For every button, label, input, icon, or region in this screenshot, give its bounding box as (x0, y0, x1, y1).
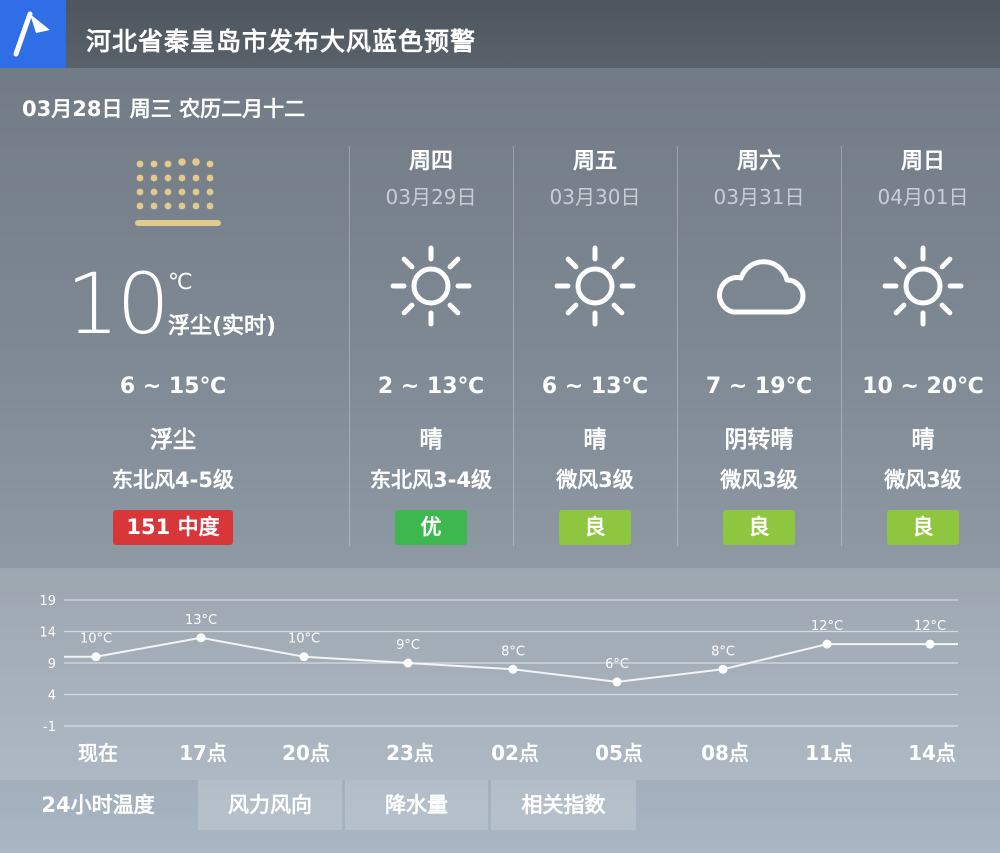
data-label: 10°C (288, 632, 320, 647)
alert-title[interactable]: 河北省秦皇岛市发布大风蓝色预警 (86, 22, 476, 58)
forecast-weather: 晴 (583, 427, 607, 453)
hourly-temperature-chart: 19 14 9 4 -1 10°C 现在 13°C 17点 10°C 20点 9°C 23点 8°C 02点… (39, 594, 958, 765)
forecast-aqi-badge[interactable]: 良 (723, 510, 795, 545)
today-date-line: 03月28日 周三 农历二月十二 (22, 97, 306, 121)
forecast-weather: 晴 (419, 427, 443, 453)
data-point (718, 664, 728, 674)
data-label: 13°C (185, 613, 217, 628)
data-point (299, 652, 309, 662)
data-point (196, 633, 206, 643)
sunny-icon (551, 242, 639, 334)
dust-icon (132, 156, 228, 236)
temperature-unit: ℃ (168, 270, 193, 295)
current-condition: 浮尘(实时) (168, 314, 277, 339)
forecast-day: 周六 (736, 149, 781, 174)
data-point (403, 658, 413, 668)
current-temperature: 10 (66, 255, 170, 353)
data-label: 9°C (396, 638, 420, 653)
cloudy-icon (711, 252, 807, 326)
flag-logo-icon (0, 0, 66, 68)
data-label: 8°C (711, 644, 735, 659)
forecast-wind: 微风3级 (556, 468, 634, 492)
forecast-date: 03月31日 (713, 185, 805, 209)
x-tick-label: 20点 (282, 741, 330, 765)
data-label: 8°C (501, 644, 525, 659)
y-tick-label: 9 (48, 657, 56, 672)
today-wind: 东北风4-5级 (112, 468, 234, 492)
data-point (822, 639, 832, 649)
forecast-date: 03月30日 (549, 185, 641, 209)
x-tick-label: 02点 (491, 741, 539, 765)
y-tick-label: 4 (48, 689, 56, 704)
data-label: 12°C (914, 619, 946, 634)
tab-indices[interactable]: 相关指数 (491, 780, 636, 830)
forecast-aqi-badge[interactable]: 良 (887, 510, 959, 545)
sunny-icon (879, 242, 967, 334)
forecast-aqi-badge[interactable]: 优 (395, 510, 467, 545)
forecast-aqi-badge[interactable]: 良 (559, 510, 631, 545)
x-tick-label: 05点 (595, 741, 643, 765)
x-tick-label: 08点 (701, 741, 749, 765)
data-point (612, 677, 622, 687)
today-aqi-badge[interactable]: 151 中度 (113, 510, 233, 545)
chart-tabs: 24小时温度 风力风向 降水量 相关指数 (0, 780, 1000, 830)
sunny-icon (387, 242, 475, 334)
forecast-day: 周四 (408, 149, 453, 174)
forecast-weather: 阴转晴 (724, 427, 794, 453)
x-tick-label: 17点 (179, 741, 227, 765)
data-label: 10°C (80, 632, 112, 647)
forecast-temp-range: 6 ~ 13℃ (541, 374, 649, 399)
x-tick-label: 23点 (386, 741, 434, 765)
forecast-date: 04月01日 (877, 185, 969, 209)
forecast-wind: 微风3级 (720, 468, 798, 492)
tab-temperature[interactable]: 24小时温度 (0, 780, 196, 830)
data-point (508, 664, 518, 674)
x-tick-label: 11点 (805, 741, 853, 765)
today-weather: 浮尘 (150, 427, 196, 453)
forecast-temp-range: 2 ~ 13℃ (377, 374, 485, 399)
x-tick-label: 14点 (908, 741, 956, 765)
forecast-wind: 微风3级 (884, 468, 962, 492)
x-tick-label: 现在 (78, 741, 118, 765)
hourly-chart-panel: 19 14 9 4 -1 10°C 现在 13°C 17点 10°C 20点 9°C 23点 8°C 02点… (0, 568, 1000, 780)
y-tick-label: 19 (39, 594, 56, 609)
forecast-date: 03月29日 (385, 185, 477, 209)
y-tick-label: -1 (43, 720, 56, 735)
tab-precipitation[interactable]: 降水量 (345, 780, 488, 830)
data-label: 12°C (811, 619, 843, 634)
forecast-day: 周日 (900, 149, 945, 174)
tab-wind[interactable]: 风力风向 (198, 780, 342, 830)
forecast-wind: 东北风3-4级 (370, 468, 492, 492)
forecast-day: 周五 (572, 149, 617, 174)
data-label: 6°C (605, 657, 629, 672)
y-tick-label: 14 (39, 626, 56, 641)
forecast-weather: 晴 (911, 427, 935, 453)
alert-bar[interactable]: 河北省秦皇岛市发布大风蓝色预警 (0, 0, 1000, 68)
data-point (925, 639, 935, 649)
data-point (91, 652, 101, 662)
forecast-temp-range: 7 ~ 19℃ (705, 374, 813, 399)
today-temp-range: 6 ~ 15℃ (119, 374, 227, 399)
forecast-temp-range: 10 ~ 20℃ (862, 374, 984, 399)
